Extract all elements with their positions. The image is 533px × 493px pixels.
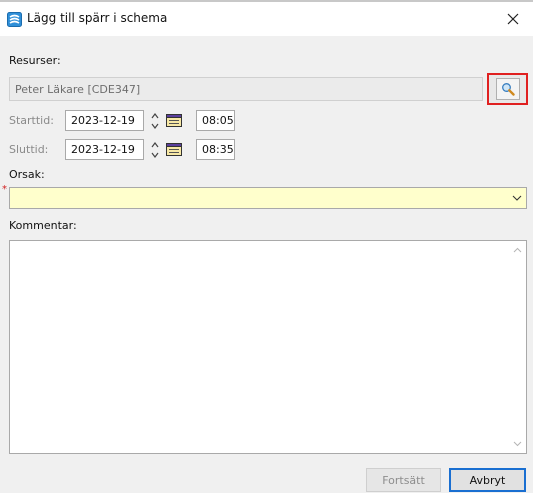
end-date-spinner-icon[interactable]	[150, 140, 160, 160]
reason-dropdown[interactable]	[9, 187, 527, 209]
window-title: Lägg till spärr i schema	[27, 11, 168, 25]
close-icon	[507, 13, 519, 25]
resources-value: Peter Läkare [CDE347]	[15, 82, 141, 96]
comment-textarea[interactable]	[9, 240, 527, 454]
end-time-value: 08:35	[202, 143, 234, 156]
start-date-input[interactable]: 2023-12-19	[65, 110, 144, 131]
search-resource-button[interactable]	[487, 73, 528, 105]
dialog: Lägg till spärr i schema Resurser: Peter…	[0, 0, 533, 493]
resources-label: Resurser:	[9, 54, 61, 67]
scroll-up-button[interactable]	[509, 242, 525, 258]
start-date-spinner-icon[interactable]	[150, 111, 160, 131]
comment-scrollbar[interactable]	[509, 242, 525, 452]
end-date-input[interactable]: 2023-12-19	[65, 139, 144, 160]
comment-label: Kommentar:	[9, 219, 77, 232]
reason-dropdown-toggle[interactable]	[508, 188, 526, 208]
scroll-down-button[interactable]	[509, 436, 525, 452]
continue-button[interactable]: Fortsätt	[366, 468, 441, 492]
scroll-down-icon	[513, 441, 521, 447]
required-marker: *	[2, 184, 7, 195]
start-date-value: 2023-12-19	[71, 114, 135, 127]
start-label: Starttid:	[9, 114, 54, 127]
search-icon	[501, 83, 515, 96]
end-time-input[interactable]: 08:35	[196, 139, 235, 160]
title-bar: Lägg till spärr i schema	[0, 2, 533, 36]
start-time-value: 08:05	[202, 114, 234, 127]
end-date-value: 2023-12-19	[71, 143, 135, 156]
app-icon	[7, 12, 22, 27]
close-button[interactable]	[499, 6, 527, 32]
start-time-input[interactable]: 08:05	[196, 110, 235, 131]
scroll-up-icon	[513, 247, 521, 253]
chevron-down-icon	[512, 195, 522, 201]
start-calendar-icon[interactable]	[166, 114, 182, 127]
resources-field: Peter Läkare [CDE347]	[9, 77, 483, 101]
cancel-button[interactable]: Avbryt	[449, 468, 526, 492]
search-button-face	[495, 78, 520, 100]
end-calendar-icon[interactable]	[166, 143, 182, 156]
reason-label: Orsak:	[9, 168, 45, 181]
end-label: Sluttid:	[9, 143, 49, 156]
